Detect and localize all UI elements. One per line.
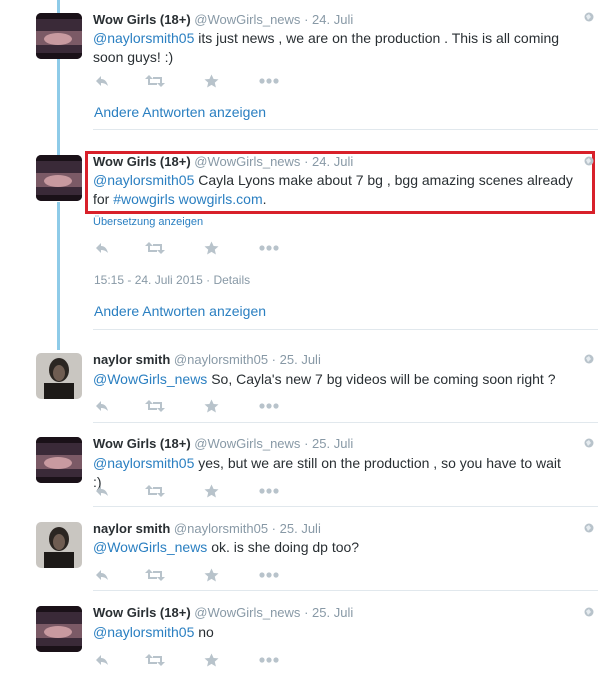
favorite-icon[interactable] [204, 484, 219, 499]
favorite-icon[interactable] [204, 568, 219, 583]
separator: · [304, 154, 309, 169]
tweet-body: no [194, 624, 214, 640]
mention-link[interactable]: @naylorsmith05 [93, 455, 194, 471]
tweet-header: Wow Girls (18+) @WowGirls_news · 24. Jul… [93, 12, 353, 28]
tweet-time[interactable]: 24. Juli [312, 154, 353, 169]
more-icon[interactable] [259, 572, 279, 578]
globe-icon [584, 607, 594, 617]
tweet-text: @WowGirls_news So, Cayla's new 7 bg vide… [93, 370, 573, 389]
show-more-replies-link[interactable]: Andere Antworten anzeigen [94, 303, 266, 320]
hashtag-link[interactable]: #wowgirls [113, 191, 174, 207]
mention-link[interactable]: @naylorsmith05 [93, 30, 194, 46]
author-handle[interactable]: @WowGirls_news [194, 12, 300, 27]
author-handle[interactable]: @naylorsmith05 [174, 352, 268, 367]
author-name[interactable]: naylor smith [93, 521, 170, 536]
show-more-replies-link[interactable]: Andere Antworten anzeigen [94, 104, 266, 121]
tweet[interactable]: Wow Girls (18+) @WowGirls_news · 25. Jul… [0, 423, 598, 507]
mention-link[interactable]: @naylorsmith05 [93, 624, 194, 640]
separator: · [304, 605, 309, 620]
details-link[interactable]: Details [213, 273, 250, 287]
tweet[interactable]: Wow Girls (18+) @WowGirls_news · 24. Jul… [0, 0, 598, 130]
globe-icon [584, 12, 594, 22]
tweet-header: Wow Girls (18+) @WowGirls_news · 25. Jul… [93, 605, 353, 621]
globe-icon [584, 523, 594, 533]
globe-icon [584, 156, 594, 166]
reply-icon[interactable] [95, 74, 109, 88]
author-handle[interactable]: @WowGirls_news [194, 605, 300, 620]
author-handle[interactable]: @naylorsmith05 [174, 521, 268, 536]
tweet-body-end: . [262, 191, 267, 207]
tweet-body: ok. is she doing dp too? [207, 539, 360, 555]
tweet-time[interactable]: 25. Juli [312, 605, 353, 620]
author-name[interactable]: Wow Girls (18+) [93, 605, 191, 620]
author-name[interactable]: Wow Girls (18+) [93, 436, 191, 451]
more-icon[interactable] [259, 78, 279, 84]
tweet-time[interactable]: 25. Juli [280, 352, 321, 367]
reply-icon[interactable] [95, 653, 109, 667]
tweet-header: Wow Girls (18+) @WowGirls_news · 25. Jul… [93, 436, 353, 452]
tweet-time[interactable]: 25. Juli [312, 436, 353, 451]
avatar[interactable] [36, 13, 82, 59]
tweet[interactable]: naylor smith @naylorsmith05 · 25. Juli @… [0, 507, 598, 591]
globe-icon [584, 354, 594, 364]
retweet-icon[interactable] [145, 399, 165, 413]
avatar[interactable] [36, 437, 82, 483]
separator: · [304, 436, 309, 451]
reply-icon[interactable] [95, 484, 109, 498]
reply-icon[interactable] [95, 399, 109, 413]
tweet[interactable]: Wow Girls (18+) @WowGirls_news · 25. Jul… [0, 591, 598, 675]
tweet-text: @naylorsmith05 no [93, 623, 573, 642]
tweet-header: Wow Girls (18+) @WowGirls_news · 24. Jul… [93, 154, 353, 170]
author-name[interactable]: Wow Girls (18+) [93, 12, 191, 27]
separator: · [271, 352, 277, 367]
tweet-text: @naylorsmith05 Cayla Lyons make about 7 … [93, 171, 583, 209]
avatar[interactable] [36, 606, 82, 652]
author-name[interactable]: Wow Girls (18+) [93, 154, 191, 169]
author-handle[interactable]: @WowGirls_news [194, 154, 300, 169]
avatar[interactable] [36, 155, 82, 201]
favorite-icon[interactable] [204, 74, 219, 89]
tweet-header: naylor smith @naylorsmith05 · 25. Juli [93, 352, 321, 368]
separator: · [206, 273, 211, 287]
separator: · [271, 521, 277, 536]
tweet-text: @naylorsmith05 its just news , we are on… [93, 29, 573, 67]
favorite-icon[interactable] [204, 241, 219, 256]
mention-link[interactable]: @naylorsmith05 [93, 172, 194, 188]
retweet-icon[interactable] [145, 74, 165, 88]
retweet-icon[interactable] [145, 568, 165, 582]
tweet-body: So, Cayla's new 7 bg videos will be comi… [207, 371, 556, 387]
mention-link[interactable]: @WowGirls_news [93, 539, 207, 555]
tweet[interactable]: Wow Girls (18+) @WowGirls_news · 24. Jul… [0, 130, 598, 330]
url-link[interactable]: wowgirls.com [179, 191, 263, 207]
tweet-time[interactable]: 25. Juli [280, 521, 321, 536]
tweet[interactable]: naylor smith @naylorsmith05 · 25. Juli @… [0, 330, 598, 423]
full-timestamp[interactable]: 15:15 - 24. Juli 2015 [94, 273, 203, 287]
tweet-header: naylor smith @naylorsmith05 · 25. Juli [93, 521, 321, 537]
retweet-icon[interactable] [145, 241, 165, 255]
tweet-text: @naylorsmith05 yes, but we are still on … [93, 454, 573, 492]
favorite-icon[interactable] [204, 399, 219, 414]
more-icon[interactable] [259, 245, 279, 251]
more-icon[interactable] [259, 488, 279, 494]
mention-link[interactable]: @WowGirls_news [93, 371, 207, 387]
reply-icon[interactable] [95, 568, 109, 582]
more-icon[interactable] [259, 657, 279, 663]
tweet-time[interactable]: 24. Juli [312, 12, 353, 27]
translate-link[interactable]: Übersetzung anzeigen [93, 216, 203, 228]
more-icon[interactable] [259, 403, 279, 409]
avatar[interactable] [36, 522, 82, 568]
globe-icon [584, 438, 594, 448]
favorite-icon[interactable] [204, 653, 219, 668]
separator: · [304, 12, 309, 27]
retweet-icon[interactable] [145, 653, 165, 667]
retweet-icon[interactable] [145, 484, 165, 498]
author-name[interactable]: naylor smith [93, 352, 170, 367]
tweet-timestamp-row: 15:15 - 24. Juli 2015 · Details [94, 273, 250, 287]
avatar[interactable] [36, 353, 82, 399]
reply-icon[interactable] [95, 241, 109, 255]
author-handle[interactable]: @WowGirls_news [194, 436, 300, 451]
tweet-text: @WowGirls_news ok. is she doing dp too? [93, 538, 573, 557]
